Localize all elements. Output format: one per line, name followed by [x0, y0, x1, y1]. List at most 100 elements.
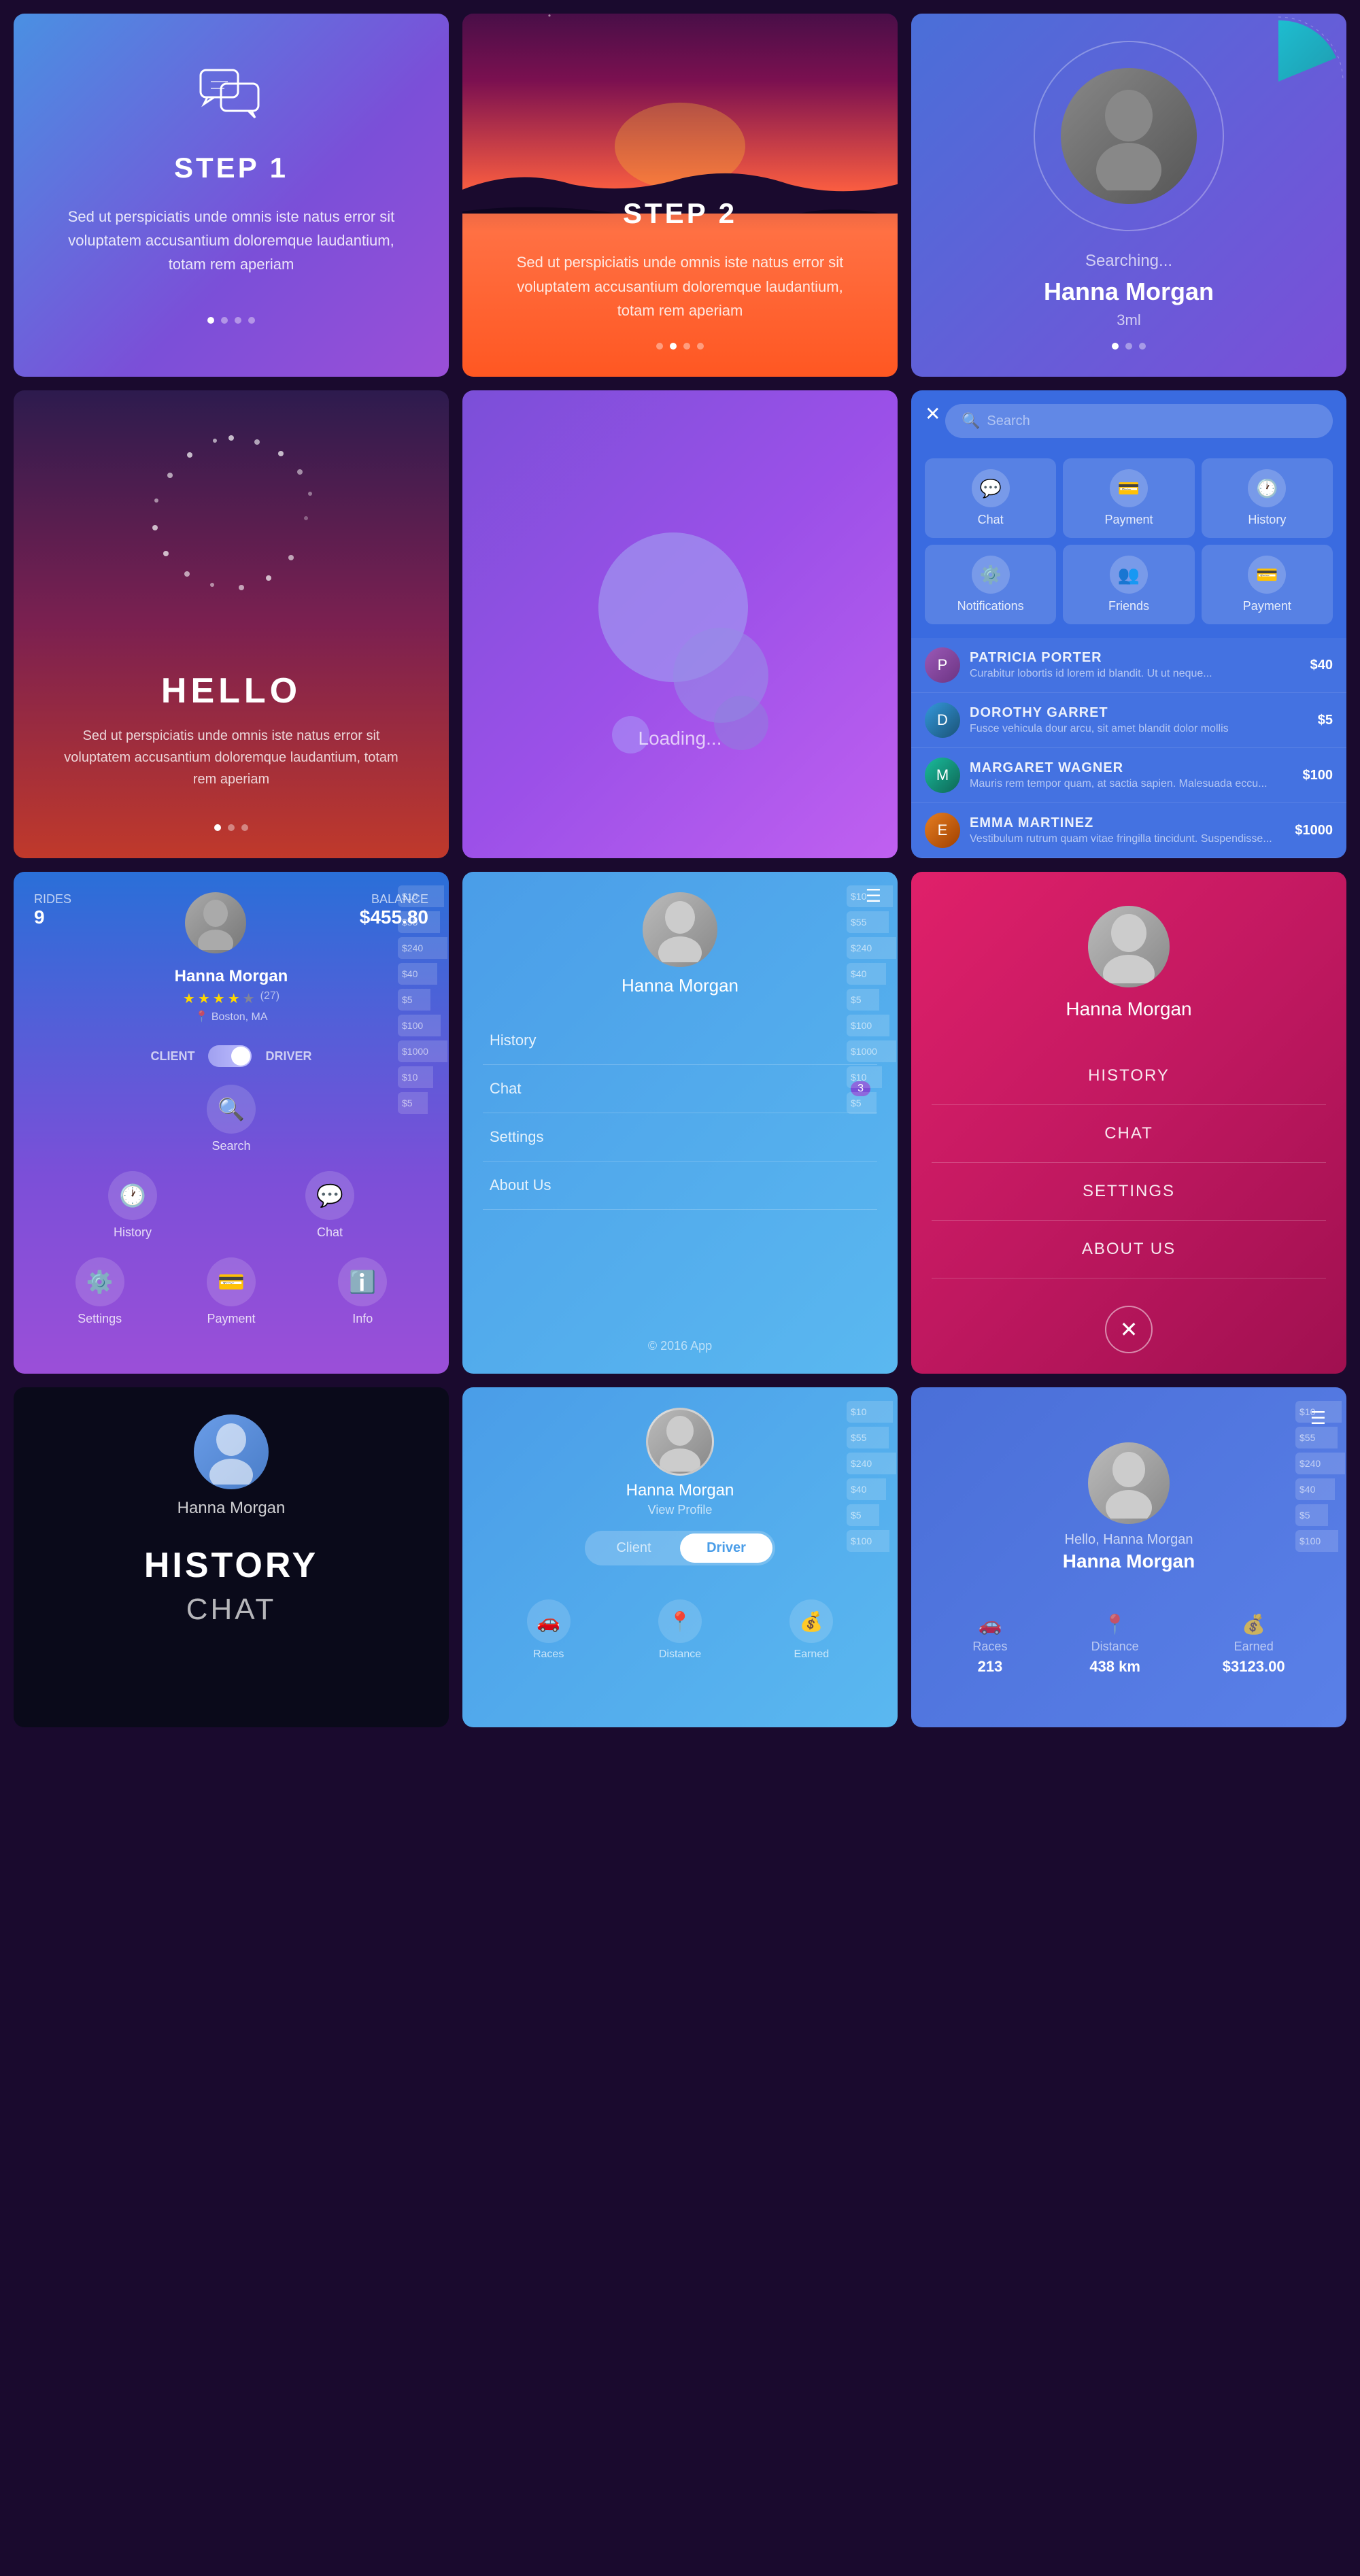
user-desc: Fusce vehicula dour arcu, sit amet bland…: [970, 723, 1229, 735]
dot-1[interactable]: [1112, 343, 1119, 350]
settings-nav-button[interactable]: ⚙️ Settings: [75, 1257, 124, 1326]
about-menu-history[interactable]: HISTORY: [932, 1047, 1326, 1105]
dot-2[interactable]: [1125, 343, 1132, 350]
dot-3[interactable]: [235, 317, 241, 324]
earned-label: Earned: [794, 1648, 830, 1661]
list-item[interactable]: M MARGARET WAGNER Mauris rem tempor quam…: [911, 748, 1346, 803]
dot-3[interactable]: [241, 824, 248, 831]
chat-nav-label: Chat: [317, 1225, 343, 1240]
screen-about: Hanna Morgan HISTORY CHAT SETTINGS ABOUT…: [911, 872, 1346, 1374]
user-amount: $1000: [1295, 823, 1333, 838]
history-nav-button[interactable]: 🕐 History: [108, 1171, 157, 1240]
action-friends[interactable]: 👥 Friends: [1063, 545, 1194, 624]
driver-toggle-option[interactable]: Driver: [680, 1533, 772, 1563]
client-driver-toggle-bar[interactable]: Client Driver: [585, 1531, 775, 1565]
settings-nav-icon: ⚙️: [75, 1257, 124, 1306]
rides-section: RIDES 9: [34, 892, 71, 928]
hamburger-icon[interactable]: ☰: [1310, 1408, 1326, 1429]
payment-nav-button[interactable]: 💳 Payment: [207, 1257, 256, 1326]
location: 📍 Boston, MA: [194, 1010, 267, 1023]
dot-4[interactable]: [697, 343, 704, 350]
list-item[interactable]: E EMMA MARTINEZ Vestibulum rutrum quam v…: [911, 803, 1346, 858]
payment-icon: 💳: [1110, 469, 1148, 507]
client-driver-toggle[interactable]: CLIENT DRIVER: [34, 1045, 428, 1067]
dot-1[interactable]: [207, 317, 214, 324]
sunset-image: [462, 14, 898, 214]
action-payment2[interactable]: 💳 Payment: [1202, 545, 1333, 624]
client-toggle-option[interactable]: Client: [588, 1533, 680, 1563]
close-menu-button[interactable]: ✕: [1105, 1306, 1153, 1353]
user-name-display: Hanna Morgan: [626, 1481, 734, 1500]
bar-item: $240: [847, 1453, 896, 1474]
avatar: [185, 892, 246, 953]
payment-nav-label: Payment: [207, 1312, 255, 1326]
menu-item-settings[interactable]: Settings: [483, 1113, 877, 1162]
dot-2[interactable]: [221, 317, 228, 324]
dot-3[interactable]: [1139, 343, 1146, 350]
dot-4[interactable]: [248, 317, 255, 324]
search-bar[interactable]: 🔍 Search: [945, 404, 1333, 438]
list-item[interactable]: D DOROTHY GARRET Fusce vehicula dour arc…: [911, 693, 1346, 748]
distance-display: 3ml: [1117, 311, 1140, 329]
avatar: [643, 892, 717, 967]
location-text: Boston, MA: [211, 1011, 268, 1023]
payment2-icon: 💳: [1248, 556, 1286, 594]
action-history[interactable]: 🕐 History: [1202, 458, 1333, 538]
hamburger-menu-icon[interactable]: ☰: [866, 885, 881, 906]
history-label: History: [1248, 513, 1286, 527]
about-menu-settings[interactable]: SETTINGS: [932, 1163, 1326, 1221]
user-info: MARGARET WAGNER Mauris rem tempor quam, …: [970, 760, 1268, 790]
greeting-text: Hello, Hanna Morgan: [1065, 1532, 1193, 1548]
step1-title: STEP 1: [174, 152, 288, 184]
menu-item-history[interactable]: History: [483, 1017, 877, 1065]
chat-label: Chat: [978, 513, 1004, 527]
dot-2[interactable]: [228, 824, 235, 831]
user-desc: Curabitur lobortis id lorem id blandit. …: [970, 668, 1212, 680]
searching-label: Searching...: [1085, 252, 1172, 271]
bar-label: $240: [851, 1458, 872, 1469]
action-chat[interactable]: 💬 Chat: [925, 458, 1056, 538]
search-nav-label: Search: [211, 1139, 250, 1153]
user-name: DOROTHY GARRET: [970, 705, 1229, 721]
view-profile-link[interactable]: View Profile: [648, 1503, 713, 1517]
nav-row-3: ⚙️ Settings 💳 Payment ℹ️ Info: [34, 1257, 428, 1326]
about-menu-about[interactable]: ABOUT US: [932, 1221, 1326, 1278]
search-icon: 🔍: [962, 412, 980, 430]
dot-3[interactable]: [683, 343, 690, 350]
pagination-dots-2: [503, 343, 857, 350]
screen-hello: HELLO Sed ut perspiciatis unde omnis ist…: [14, 390, 449, 858]
screen-searching: Searching... Hanna Morgan 3ml: [911, 14, 1346, 377]
about-menu-chat[interactable]: CHAT: [932, 1105, 1326, 1163]
info-nav-icon: ℹ️: [338, 1257, 387, 1306]
bar-item: $5: [847, 989, 879, 1011]
dot-1[interactable]: [656, 343, 663, 350]
list-item[interactable]: P PATRICIA PORTER Curabitur lobortis id …: [911, 638, 1346, 693]
races-stat-item: 🚗 Races 213: [972, 1613, 1007, 1676]
menu-item-about[interactable]: About Us: [483, 1162, 877, 1210]
user-name: MARGARET WAGNER: [970, 760, 1268, 776]
chat-nav-button[interactable]: 💬 Chat: [305, 1171, 354, 1240]
loading-text: Loading...: [639, 728, 722, 749]
races-stat: 🚗 Races: [527, 1599, 571, 1661]
user-amount: $40: [1310, 658, 1333, 673]
chat-menu-label: Chat: [490, 1080, 521, 1098]
close-button[interactable]: ✕: [925, 403, 940, 425]
screen-profile-toggle: $10 $55 $240 $40 $5 $100 Hanna Morgan Vi…: [462, 1387, 898, 1727]
dot-2[interactable]: [670, 343, 677, 350]
bar-item: $240: [847, 937, 896, 959]
toggle-switch[interactable]: [208, 1045, 252, 1067]
search-nav-button[interactable]: 🔍 Search: [207, 1085, 256, 1153]
balance-label: BALANCE: [360, 892, 428, 906]
info-nav-button[interactable]: ℹ️ Info: [338, 1257, 387, 1326]
action-notifications[interactable]: ⚙️ Notifications: [925, 545, 1056, 624]
bar-label: $100: [851, 1536, 872, 1546]
earned-icon: 💰: [1242, 1613, 1265, 1636]
search-nav-icon: 🔍: [207, 1085, 256, 1134]
dot-1[interactable]: [214, 824, 221, 831]
search-placeholder: Search: [987, 413, 1030, 429]
menu-item-chat[interactable]: Chat 3: [483, 1065, 877, 1113]
distance-icon: 📍: [658, 1599, 702, 1643]
avatar: D: [925, 702, 960, 738]
action-payment[interactable]: 💳 Payment: [1063, 458, 1194, 538]
bar-label: $240: [851, 943, 872, 953]
